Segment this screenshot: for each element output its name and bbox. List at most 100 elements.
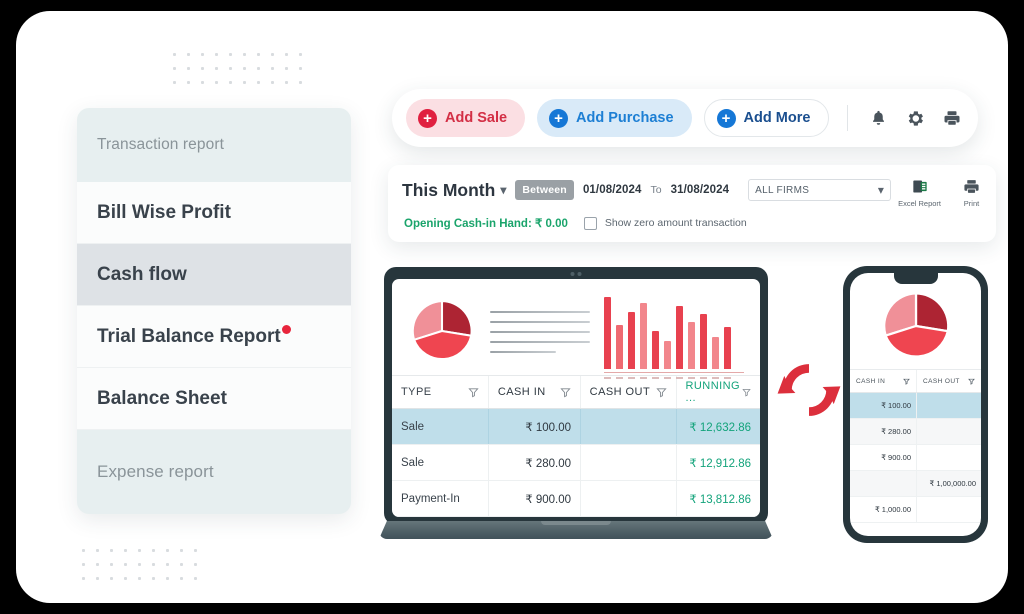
- dashboard-charts: [392, 279, 760, 379]
- table-row[interactable]: Payment-In ₹ 900.00 ₹ 13,812.86: [392, 481, 760, 517]
- webcam-icon: [570, 272, 582, 276]
- pie-chart-laptop: [408, 297, 476, 365]
- toolbar-divider: [847, 105, 849, 131]
- cell-running: ₹ 12,632.86: [676, 409, 760, 444]
- cell-type: Sale: [401, 456, 425, 469]
- plus-circle-icon: +: [549, 108, 569, 128]
- phone-table-row[interactable]: ₹ 900.00: [850, 445, 981, 471]
- print-button[interactable]: Print: [963, 178, 980, 208]
- date-to-input[interactable]: 31/08/2024: [671, 184, 730, 196]
- date-from-input[interactable]: 01/08/2024: [583, 184, 642, 196]
- cell-cash-out: [580, 445, 676, 480]
- sidebar-item-trial-balance-report[interactable]: Trial Balance Report: [77, 306, 351, 368]
- filter-icon[interactable]: [655, 387, 667, 398]
- phone-cell-cash-out: [916, 393, 981, 418]
- excel-icon: [912, 180, 927, 193]
- bar-chart-bar: [628, 312, 635, 369]
- filter-icon[interactable]: [903, 378, 910, 385]
- column-header-cash-out[interactable]: CASH OUT: [579, 376, 676, 408]
- filter-icon[interactable]: [968, 378, 975, 385]
- placeholder-text-lines: [490, 309, 590, 353]
- excel-report-button[interactable]: Excel Report: [898, 178, 941, 208]
- bar-chart-laptop: [604, 293, 744, 379]
- bar-chart-ticks: [604, 377, 744, 379]
- cell-cash-out: [580, 409, 676, 444]
- column-header-cash-in[interactable]: CASH IN: [487, 376, 580, 408]
- cell-cash-in: ₹ 900.00: [488, 481, 580, 516]
- show-zero-label: Show zero amount transaction: [604, 217, 747, 229]
- bell-icon[interactable]: [866, 105, 891, 131]
- print-label: Print: [963, 199, 980, 208]
- filter-icon[interactable]: [468, 387, 479, 398]
- chevron-down-icon: ▾: [877, 183, 885, 197]
- dot-grid-decoration-top: [173, 53, 313, 95]
- between-badge: Between: [515, 180, 574, 200]
- column-label: CASH IN: [497, 386, 546, 398]
- bar-chart-bar: [664, 340, 671, 369]
- sidebar-item-label: Cash flow: [97, 263, 187, 285]
- laptop-mockup: TYPE CASH IN CASH OUT RUNNING ... Sale ₹…: [379, 267, 773, 547]
- table-row[interactable]: Sale ₹ 100.00 ₹ 12,632.86: [392, 409, 760, 445]
- bar-chart-bar: [676, 306, 683, 369]
- bar-chart-bar: [640, 302, 647, 369]
- period-dropdown[interactable]: This Month ▾: [402, 180, 506, 201]
- table-header-row: TYPE CASH IN CASH OUT RUNNING ...: [392, 375, 760, 409]
- notification-dot-icon: [281, 325, 291, 334]
- phone-table-row[interactable]: ₹ 280.00: [850, 419, 981, 445]
- plus-circle-icon: +: [418, 108, 437, 128]
- phone-table-row[interactable]: ₹ 1,000.00: [850, 497, 981, 523]
- phone-cell-cash-in: ₹ 100.00: [881, 401, 911, 410]
- bar-chart-bar: [712, 336, 719, 369]
- action-toolbar: + Add Sale + Add Purchase + Add More: [392, 89, 978, 147]
- printer-icon[interactable]: [939, 105, 964, 131]
- phone-cell-cash-out: [916, 419, 981, 444]
- opening-cash-label: Opening Cash-in Hand: ₹ 0.00: [404, 218, 568, 230]
- phone-cell-cash-out: [916, 497, 981, 522]
- phone-cell-cash-in: ₹ 280.00: [881, 427, 911, 436]
- firm-select-value: ALL FIRMS: [755, 184, 810, 196]
- bar-chart-bar: [688, 321, 695, 369]
- sidebar-item-list: Bill Wise Profit Cash flow Trial Balance R…: [77, 182, 351, 430]
- phone-cell-cash-in: ₹ 1,000.00: [874, 505, 911, 514]
- add-purchase-button[interactable]: + Add Purchase: [537, 99, 692, 137]
- sidebar-header: Transaction report: [97, 136, 225, 153]
- sidebar-item-balance-sheet[interactable]: Balance Sheet: [77, 368, 351, 430]
- phone-mockup: CASH IN CASH OUT ₹ 100.00 ₹ 280.00 ₹ 900.0…: [843, 266, 988, 543]
- cell-cash-out: [580, 481, 676, 516]
- column-label: RUNNING ...: [685, 380, 740, 404]
- phone-table-row[interactable]: ₹ 1,00,000.00: [850, 471, 981, 497]
- phone-table-row[interactable]: ₹ 100.00: [850, 393, 981, 419]
- cell-cash-in: ₹ 100.00: [488, 409, 580, 444]
- column-header-type[interactable]: TYPE: [392, 376, 488, 408]
- add-more-label: Add More: [743, 110, 811, 126]
- add-more-button[interactable]: + Add More: [703, 99, 830, 137]
- filter-icon[interactable]: [742, 387, 751, 398]
- column-header-running-balance[interactable]: RUNNING ...: [675, 376, 760, 408]
- add-purchase-label: Add Purchase: [576, 110, 674, 126]
- report-sidebar: Transaction report Bill Wise Profit Cash …: [77, 108, 351, 514]
- firm-select[interactable]: ALL FIRMS ▾: [748, 179, 892, 201]
- table-body: Sale ₹ 100.00 ₹ 12,632.86 Sale ₹ 280.00 ₹ 12,…: [392, 409, 760, 517]
- phone-notch: [893, 273, 938, 284]
- period-value: This Month: [402, 179, 496, 200]
- add-sale-button[interactable]: + Add Sale: [406, 99, 526, 137]
- gear-icon[interactable]: [903, 105, 928, 131]
- bar-chart-bar: [652, 331, 659, 369]
- phone-column-header-cash-out[interactable]: CASH OUT: [916, 370, 981, 392]
- add-sale-label: Add Sale: [445, 110, 508, 126]
- laptop-base-notch: [541, 521, 611, 525]
- sidebar-item-bill-wise-profit[interactable]: Bill Wise Profit: [77, 182, 351, 244]
- phone-column-header-cash-in[interactable]: CASH IN: [850, 370, 916, 392]
- dot-grid-decoration-bottom: [82, 549, 208, 591]
- sidebar-item-label: Bill Wise Profit: [97, 201, 231, 223]
- report-filter-bar: This Month ▾ Between 01/08/2024 To 31/08…: [388, 165, 996, 242]
- show-zero-checkbox[interactable]: [583, 216, 597, 230]
- sidebar-item-cash-flow[interactable]: Cash flow: [77, 244, 351, 306]
- printer-icon: [964, 180, 979, 193]
- filter-icon[interactable]: [560, 387, 571, 398]
- table-row[interactable]: Sale ₹ 280.00 ₹ 12,912.86: [392, 445, 760, 481]
- cell-type: Sale: [401, 420, 425, 433]
- sidebar-item-label: Balance Sheet: [97, 387, 227, 409]
- phone-table-body: ₹ 100.00 ₹ 280.00 ₹ 900.00 ₹ 1,00,000.00 ₹ 1…: [850, 393, 981, 523]
- cell-running: ₹ 12,912.86: [676, 445, 760, 480]
